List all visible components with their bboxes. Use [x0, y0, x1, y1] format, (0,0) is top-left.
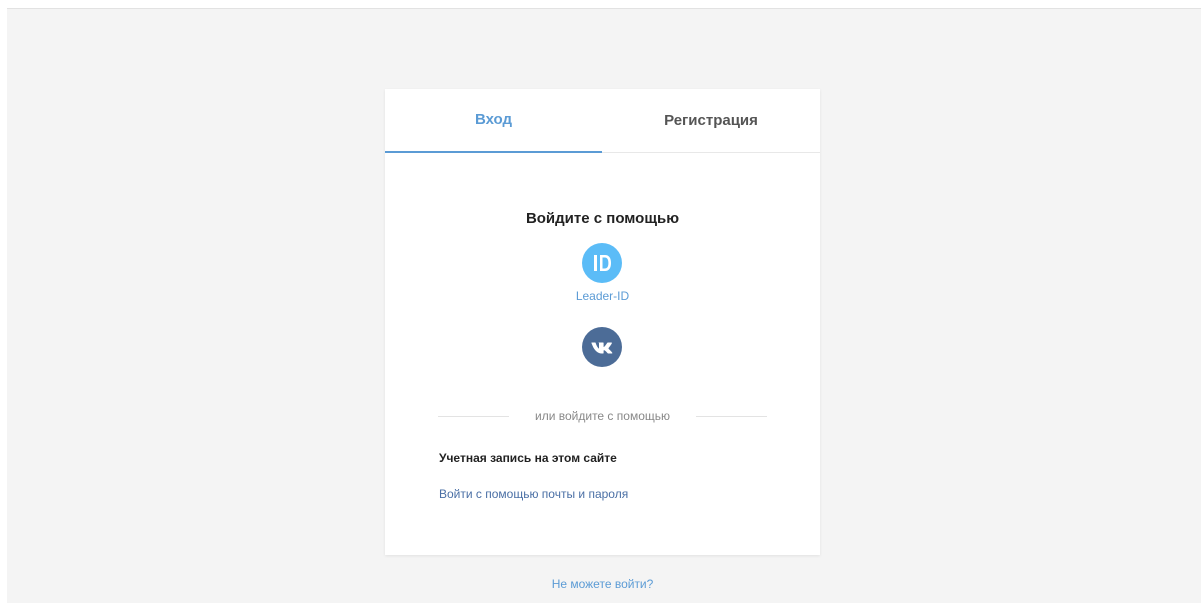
- leader-id-button[interactable]: [582, 243, 622, 283]
- leader-id-label[interactable]: Leader-ID: [385, 289, 820, 303]
- vk-button[interactable]: [582, 327, 622, 367]
- site-account-label: Учетная запись на этом сайте: [439, 451, 617, 465]
- vk-icon: [591, 342, 613, 354]
- social-login-heading: Войдите с помощью: [525, 210, 680, 227]
- divider-line-left: [438, 416, 509, 417]
- tab-register[interactable]: Регистрация: [602, 89, 820, 152]
- auth-tabs: Вход Регистрация: [385, 89, 820, 153]
- email-password-login-link[interactable]: Войти с помощью почты и пароля: [439, 487, 628, 501]
- leader-id-icon: [594, 255, 611, 271]
- tab-login[interactable]: Вход: [385, 89, 602, 153]
- login-card: Вход Регистрация Войдите с помощью Leade…: [385, 89, 820, 555]
- divider-text: или войдите с помощью: [535, 409, 670, 423]
- cant-login-link[interactable]: Не можете войти?: [385, 577, 820, 591]
- divider-line-right: [696, 416, 767, 417]
